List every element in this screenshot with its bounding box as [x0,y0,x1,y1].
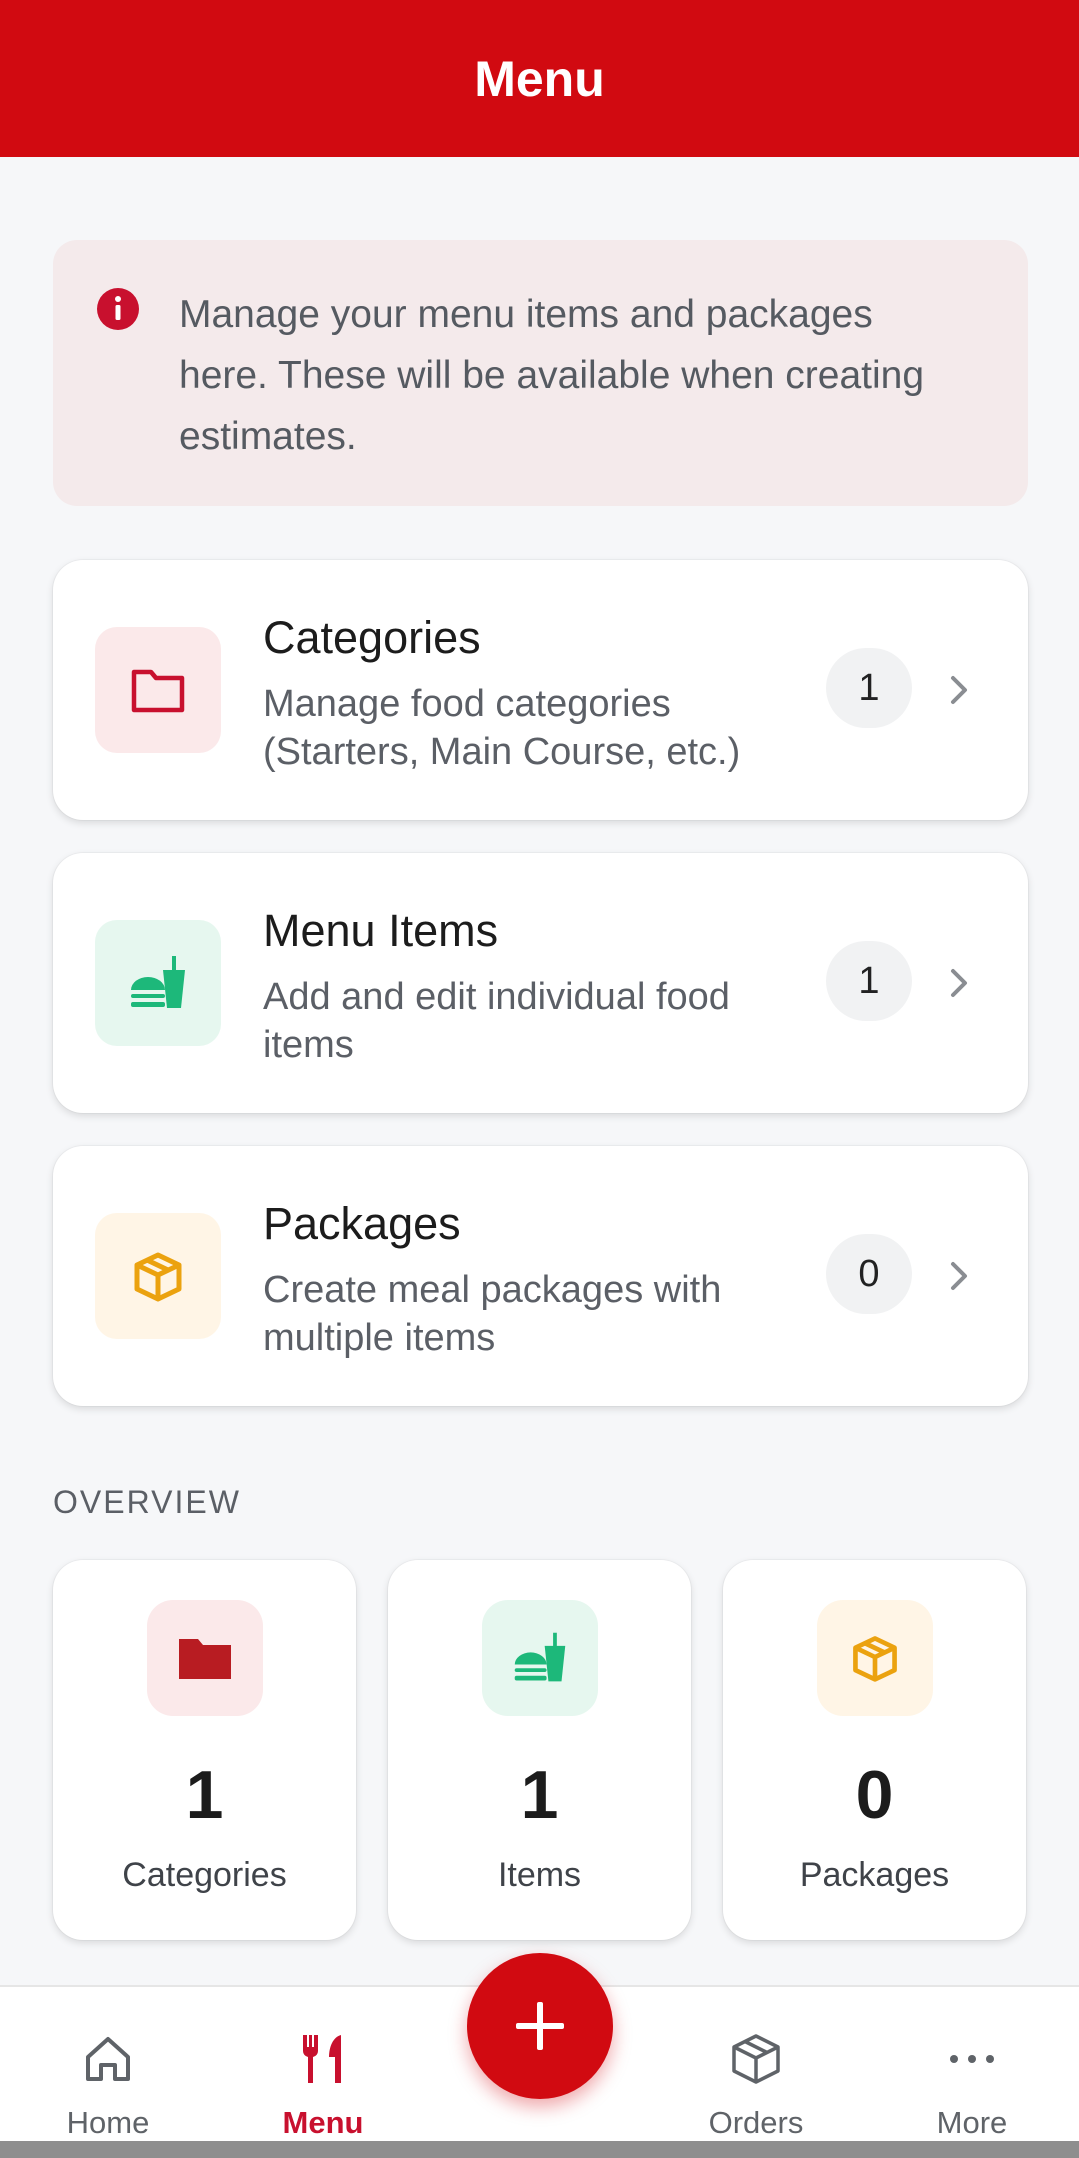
info-icon [97,288,139,330]
package-icon [134,1252,182,1302]
nav-label: More [936,2105,1008,2140]
folder-icon [131,669,185,713]
card-description: Manage food categories (Starters, Main C… [263,683,741,773]
count-badge: 0 [826,1234,912,1314]
overview-heading: OVERVIEW [53,1484,241,1520]
categories-card[interactable]: Categories Manage food categories (Start… [53,560,1028,820]
stat-value: 1 [520,1757,559,1833]
info-text: Manage your menu items and packages here… [179,293,925,458]
stat-icon-box [147,1600,263,1716]
packages-card[interactable]: Packages Create meal packages with multi… [53,1146,1028,1406]
page-title: Menu [474,50,605,107]
package-icon [853,1636,897,1682]
nav-label: Menu [282,2105,364,2140]
stat-card-categories: 1 Categories [53,1560,356,1940]
chevron-right-icon [951,1262,967,1290]
count-badge: 1 [826,941,912,1021]
card-title: Menu Items [263,905,499,956]
home-icon [86,2037,130,2081]
stat-label: Items [497,1856,582,1894]
nav-orders[interactable]: Orders [666,1987,846,2145]
nav-menu[interactable]: Menu [233,1987,413,2145]
nav-label: Orders [708,2105,804,2140]
card-title: Categories [263,612,481,663]
nav-more[interactable]: More [882,1987,1062,2145]
menu-items-icon-box [95,920,221,1046]
stat-icon-box [482,1600,598,1716]
packages-icon-box [95,1213,221,1339]
stat-value: 1 [185,1757,224,1833]
restaurant-icon [302,2035,341,2083]
nav-label: Home [66,2105,150,2140]
stat-label: Packages [799,1856,950,1894]
nav-home[interactable]: Home [18,1987,198,2145]
chevron-right-icon [951,969,967,997]
add-icon [516,2002,564,2050]
more-icon [950,2055,994,2063]
card-description: Add and edit individual food items [263,976,730,1066]
add-button[interactable] [467,1953,613,2099]
stat-icon-box [817,1600,933,1716]
app-header: Menu [0,0,1079,157]
stat-label: Categories [122,1856,287,1894]
menu-items-card[interactable]: Menu Items Add and edit individual food … [53,853,1028,1113]
stat-card-items: 1 Items [388,1560,691,1940]
info-banner: Manage your menu items and packages here… [53,240,1028,506]
categories-icon-box [95,627,221,753]
app-screen: Menu Manage your menu items and packages… [0,0,1079,2158]
stat-card-packages: 0 Packages [723,1560,1026,1940]
fastfood-icon [514,1632,566,1682]
system-gesture-bar [0,2141,1079,2158]
count-badge: 1 [826,648,912,728]
chevron-right-icon [951,676,967,704]
fastfood-icon [131,956,185,1008]
card-title: Packages [263,1198,461,1249]
box-icon [732,2034,780,2084]
card-description: Create meal packages with multiple items [263,1269,722,1359]
stat-value: 0 [855,1757,894,1833]
folder-icon [179,1639,231,1679]
